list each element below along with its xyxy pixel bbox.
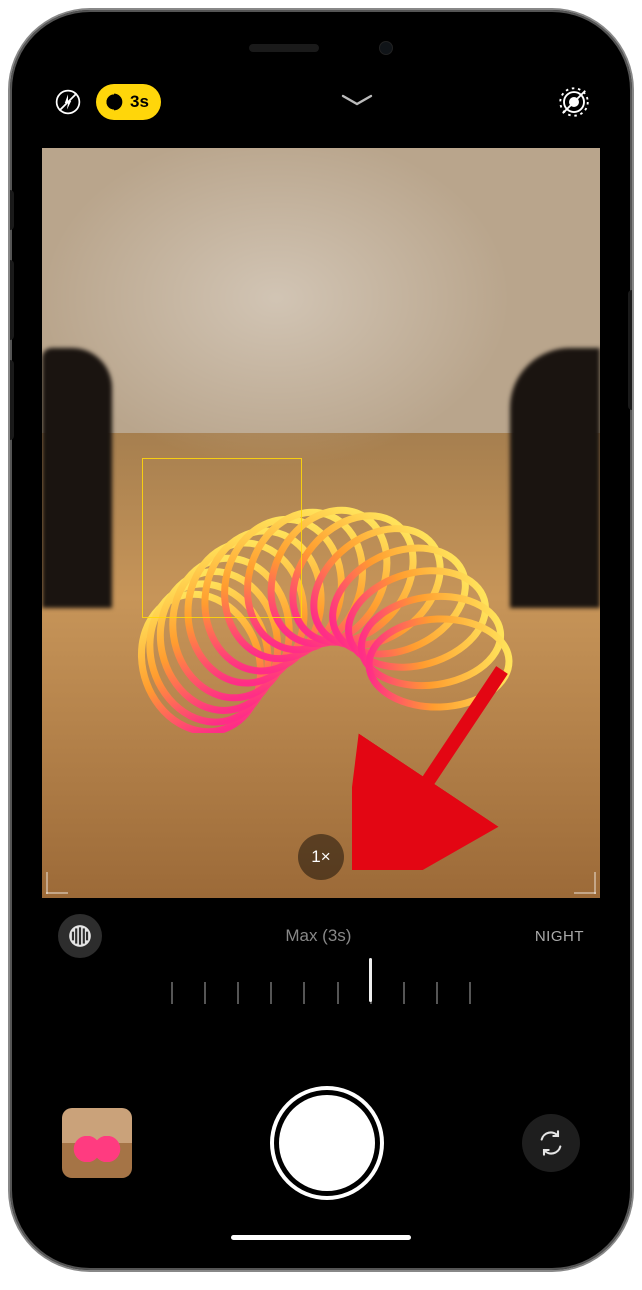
phone-frame: 3s [10, 10, 632, 1270]
slider-tick [436, 982, 438, 1004]
front-camera [379, 41, 393, 55]
last-photo-thumbnail[interactable] [62, 1108, 132, 1178]
camera-controls-expand[interactable] [319, 88, 395, 117]
slider-tick [270, 982, 272, 1004]
night-mode-pill[interactable]: 3s [96, 84, 161, 120]
shutter-wrap [279, 1095, 375, 1191]
camera-viewfinder[interactable]: 1× [42, 148, 600, 898]
night-mode-slider-icon[interactable] [58, 914, 102, 958]
slider-tick [303, 982, 305, 1004]
shutter-button[interactable] [279, 1095, 375, 1191]
volume-down [10, 360, 14, 440]
home-indicator[interactable] [231, 1235, 411, 1240]
camera-swap-icon [537, 1129, 565, 1157]
exposure-label: Max (3s) [285, 926, 351, 946]
speaker-grille [249, 44, 319, 52]
volume-up [10, 260, 14, 340]
frame-corner-br [574, 872, 596, 894]
flash-toggle[interactable] [48, 82, 88, 122]
slider-tick [469, 982, 471, 1004]
slider-cursor[interactable] [369, 958, 372, 1002]
screen: 3s [32, 30, 610, 1250]
night-mode-icon [104, 92, 124, 112]
top-bar-left-group: 3s [48, 82, 161, 122]
zoom-level-button[interactable]: 1× [298, 834, 344, 880]
frame-corner-bl [46, 872, 68, 894]
live-photo-toggle[interactable] [554, 82, 594, 122]
slider-tick [171, 982, 173, 1004]
night-mode-duration: 3s [130, 92, 149, 112]
slider-tick [403, 982, 405, 1004]
camera-top-bar: 3s [32, 74, 610, 130]
slider-tick [237, 982, 239, 1004]
night-mode-slider-area: Max (3s) NIGHT [32, 914, 610, 1014]
notch [191, 30, 451, 66]
live-photo-off-icon [559, 87, 589, 117]
flash-off-icon [55, 89, 81, 115]
slider-tick [337, 982, 339, 1004]
exposure-slider[interactable] [171, 964, 471, 1004]
night-mode-icon [67, 923, 93, 949]
camera-bottom-bar [32, 1060, 610, 1250]
mute-switch [10, 190, 14, 230]
zoom-level-label: 1× [311, 847, 330, 867]
camera-swap-button[interactable] [522, 1114, 580, 1172]
camera-mode-label: NIGHT [535, 928, 584, 945]
chevron-down-icon [339, 92, 375, 108]
slider-tick [204, 982, 206, 1004]
focus-indicator [142, 458, 302, 618]
side-button [628, 290, 632, 410]
